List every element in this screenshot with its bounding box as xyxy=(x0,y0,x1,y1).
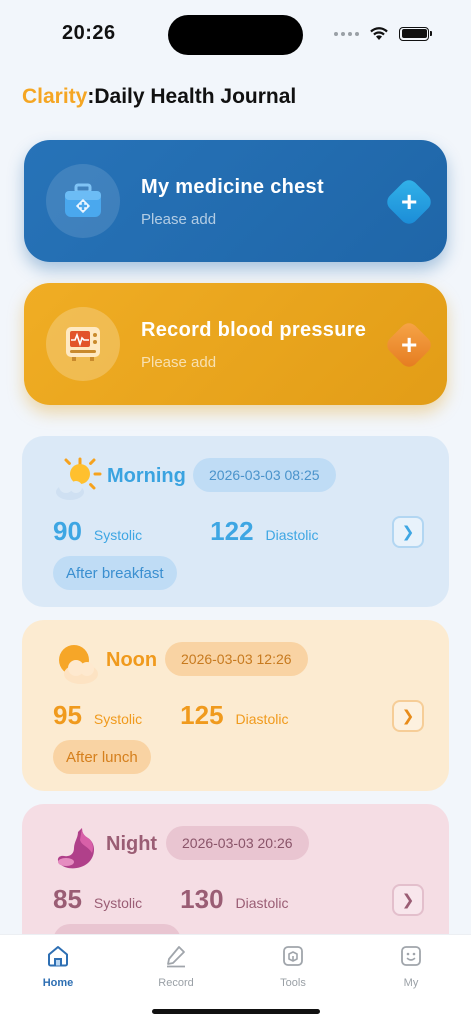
systolic-value: 95 xyxy=(53,700,82,730)
brand-name: Clarity xyxy=(22,85,88,108)
medicine-chest-subtitle: Please add xyxy=(141,211,217,228)
tab-home[interactable]: Home xyxy=(18,943,98,989)
medicine-chest-icon xyxy=(65,183,101,217)
add-blood-pressure-button[interactable]: + xyxy=(383,319,435,371)
pen-icon xyxy=(167,946,185,968)
record-blood-pressure-card[interactable]: Record blood pressure Please add + xyxy=(24,283,447,405)
tab-my[interactable]: My xyxy=(371,943,451,989)
home-icon xyxy=(48,946,68,967)
medicine-chest-card[interactable]: My medicine chest Please add + xyxy=(24,140,447,262)
reading-card-morning[interactable]: Morning 2026-03-03 08:25 90 Systolic 122… xyxy=(22,436,449,607)
open-reading-button[interactable]: ❯ xyxy=(392,700,424,732)
reading-period: Morning xyxy=(107,465,186,487)
tab-label: My xyxy=(403,977,419,989)
diastolic-label: Diastolic xyxy=(235,895,289,911)
signal-icon xyxy=(334,31,359,36)
open-reading-button[interactable]: ❯ xyxy=(392,884,424,916)
plus-icon: + xyxy=(400,185,418,217)
diastolic-label: Diastolic xyxy=(265,527,319,543)
stomach-icon xyxy=(57,828,94,869)
diastolic-label: Diastolic xyxy=(235,711,289,727)
record-bp-subtitle: Please add xyxy=(141,354,217,371)
smiley-icon xyxy=(401,946,421,966)
systolic-label: Systolic xyxy=(93,711,143,727)
status-time: 20:26 xyxy=(62,22,116,44)
systolic-label: Systolic xyxy=(93,527,143,543)
chevron-right-icon: ❯ xyxy=(401,892,415,909)
diastolic-value: 125 xyxy=(180,700,224,730)
plus-icon: + xyxy=(400,328,418,360)
app-title: Clarity:Daily Health Journal xyxy=(22,85,296,109)
wifi-icon xyxy=(370,27,388,40)
chevron-right-icon: ❯ xyxy=(401,708,415,725)
reading-period: Night xyxy=(106,833,158,855)
dynamic-island xyxy=(168,15,303,55)
record-bp-title: Record blood pressure xyxy=(141,319,367,341)
sun-cloud-icon xyxy=(56,457,102,500)
box-icon xyxy=(283,946,303,966)
meal-tag: After breakfast xyxy=(53,556,177,590)
status-bar: 20:26 xyxy=(0,0,471,70)
blood-pressure-monitor-icon xyxy=(66,327,100,361)
tab-label: Record xyxy=(158,977,194,989)
tab-record[interactable]: Record xyxy=(136,943,216,989)
app-subtitle: :Daily Health Journal xyxy=(87,85,297,108)
status-icons xyxy=(334,26,432,41)
diastolic-value: 130 xyxy=(180,884,224,914)
reading-card-noon[interactable]: Noon 2026-03-03 12:26 95 Systolic 125 Di… xyxy=(22,620,449,791)
medicine-chest-title: My medicine chest xyxy=(141,176,324,198)
reading-datetime: 2026-03-03 12:26 xyxy=(165,642,308,676)
diastolic-value: 122 xyxy=(210,516,254,546)
systolic-label: Systolic xyxy=(93,895,143,911)
open-reading-button[interactable]: ❯ xyxy=(392,516,424,548)
medicine-icon-circle xyxy=(46,164,120,238)
bp-icon-circle xyxy=(46,307,120,381)
tab-tools[interactable]: Tools xyxy=(253,943,333,989)
battery-icon xyxy=(399,26,432,41)
meal-tag: After lunch xyxy=(53,740,151,774)
sun-behind-cloud-icon xyxy=(59,645,98,684)
reading-datetime: 2026-03-03 08:25 xyxy=(193,458,336,492)
tab-label: Home xyxy=(42,977,74,989)
chevron-right-icon: ❯ xyxy=(401,524,415,541)
systolic-value: 90 xyxy=(53,516,82,546)
systolic-value: 85 xyxy=(53,884,82,914)
reading-datetime: 2026-03-03 20:26 xyxy=(166,826,309,860)
reading-period: Noon xyxy=(106,649,158,671)
tab-label: Tools xyxy=(280,977,306,989)
home-indicator xyxy=(152,1009,320,1014)
add-medicine-button[interactable]: + xyxy=(383,176,435,228)
